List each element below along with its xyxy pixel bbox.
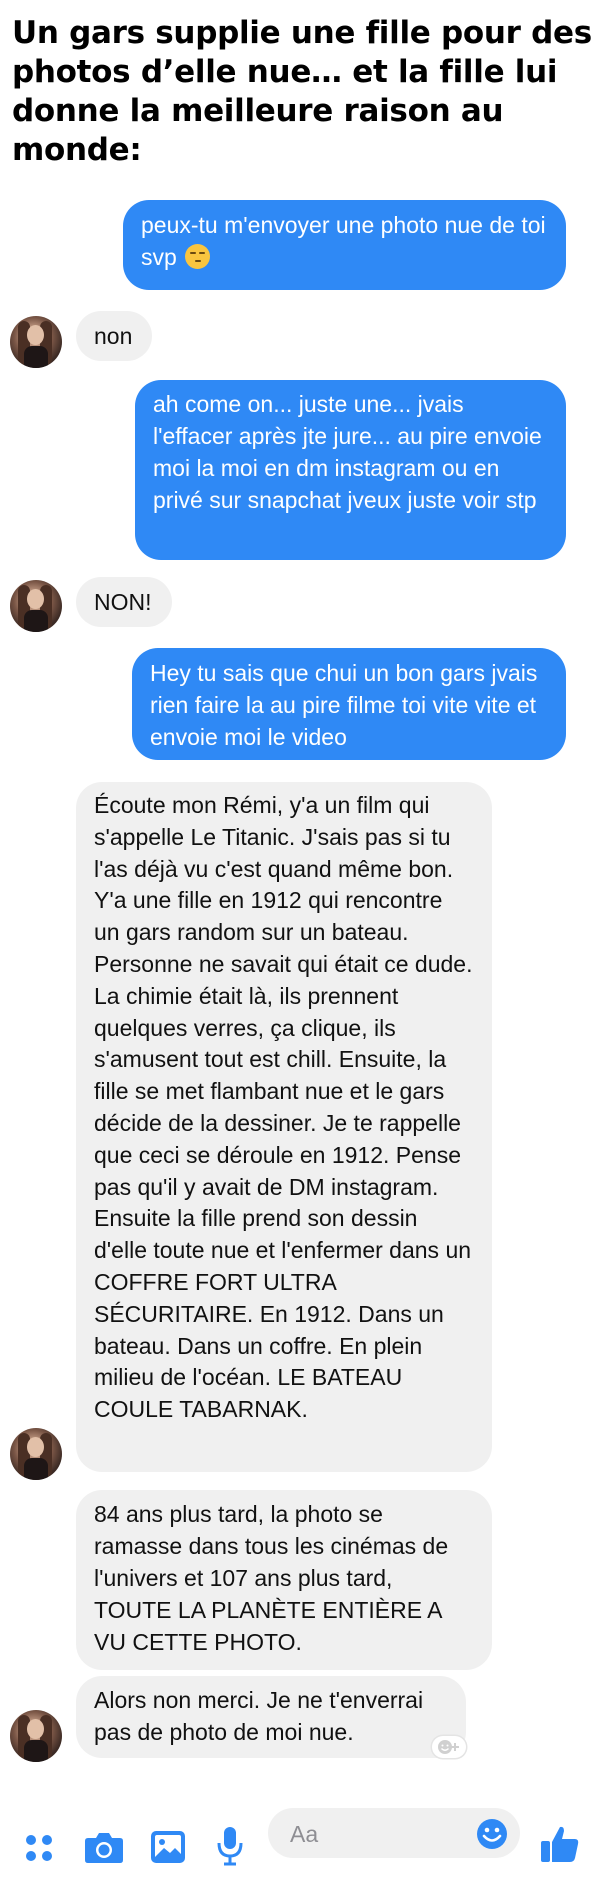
message-text: Hey tu sais que chui un bon gars jvais r… [150, 660, 538, 750]
message-input[interactable] [288, 1808, 472, 1860]
sent-message[interactable]: ah come on... juste une... jvais l'effac… [135, 380, 566, 560]
avatar[interactable] [10, 316, 62, 368]
message-text: non [94, 323, 133, 349]
microphone-icon[interactable] [216, 1826, 244, 1866]
avatar[interactable] [10, 1428, 62, 1480]
message-composer[interactable] [268, 1808, 520, 1860]
message-text: Écoute mon Rémi, y'a un film qui s'appel… [94, 792, 473, 1423]
smirking-face-icon [185, 244, 211, 269]
received-message[interactable]: Écoute mon Rémi, y'a un film qui s'appel… [76, 782, 492, 1472]
message-toolbar [0, 1800, 600, 1885]
more-icon[interactable] [24, 1833, 54, 1863]
message-text: 84 ans plus tard, la photo se ramasse da… [94, 1501, 449, 1655]
emoji-icon[interactable] [476, 1818, 508, 1850]
received-message[interactable]: 84 ans plus tard, la photo se ramasse da… [76, 1490, 492, 1670]
sent-message[interactable]: peux-tu m'envoyer une photo nue de toi s… [123, 200, 566, 290]
received-message[interactable]: NON! [76, 577, 172, 627]
add-reaction-button[interactable] [432, 1736, 466, 1758]
message-text: NON! [94, 589, 152, 615]
thumbs-up-icon[interactable] [540, 1824, 580, 1864]
sent-message[interactable]: Hey tu sais que chui un bon gars jvais r… [132, 648, 566, 760]
add-reaction-icon [438, 1740, 459, 1754]
received-message[interactable]: Alors non merci. Je ne t'enverrai pas de… [76, 1676, 466, 1758]
message-text: Alors non merci. Je ne t'enverrai pas de… [94, 1687, 424, 1745]
message-text: ah come on... juste une... jvais l'effac… [153, 391, 542, 513]
avatar[interactable] [10, 580, 62, 632]
received-message[interactable]: non [76, 311, 152, 361]
headline: Un gars supplie une fille pour des photo… [12, 15, 592, 168]
gallery-icon[interactable] [150, 1830, 186, 1864]
avatar[interactable] [10, 1710, 62, 1762]
camera-icon[interactable] [84, 1830, 124, 1864]
